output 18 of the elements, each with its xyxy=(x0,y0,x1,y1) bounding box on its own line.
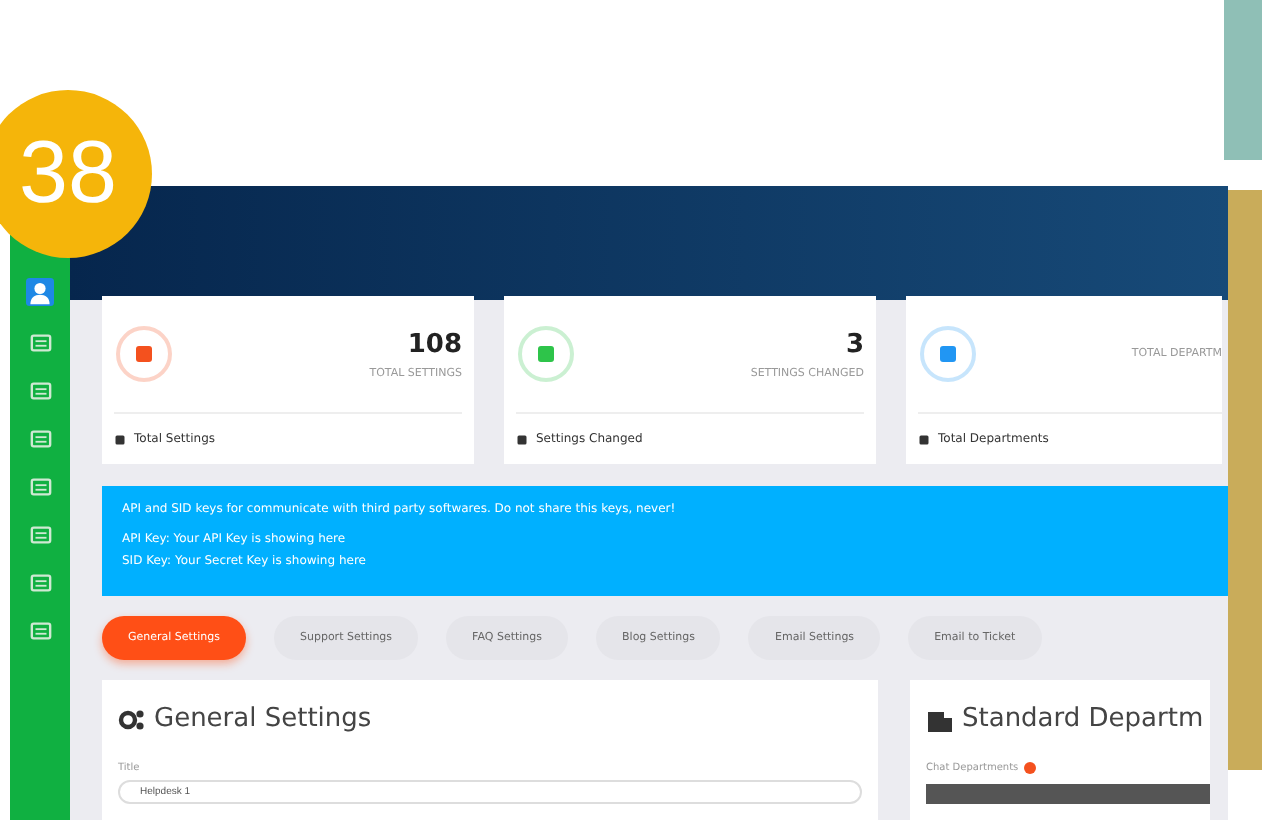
stat-footer-icon xyxy=(516,433,528,445)
stat-footer-icon xyxy=(114,433,126,445)
menu-icon[interactable] xyxy=(29,572,51,594)
number-badge: 38 xyxy=(0,90,152,258)
menu-icon[interactable] xyxy=(29,428,51,450)
stat-footer-icon xyxy=(918,433,930,445)
user-avatar-icon[interactable] xyxy=(26,278,54,306)
stat-value: 3 xyxy=(845,329,864,359)
menu-icon[interactable] xyxy=(29,380,51,402)
menu-icon[interactable] xyxy=(29,476,51,498)
menu-icon[interactable] xyxy=(29,332,51,354)
stat-value: 108 xyxy=(407,329,462,359)
panel-title: Standard Departm xyxy=(962,704,1204,734)
menu-icon[interactable] xyxy=(29,620,51,642)
panel-title: General Settings xyxy=(154,704,372,734)
menu-icon[interactable] xyxy=(29,524,51,546)
select-field[interactable] xyxy=(926,784,1210,804)
info-icon xyxy=(1024,762,1037,774)
